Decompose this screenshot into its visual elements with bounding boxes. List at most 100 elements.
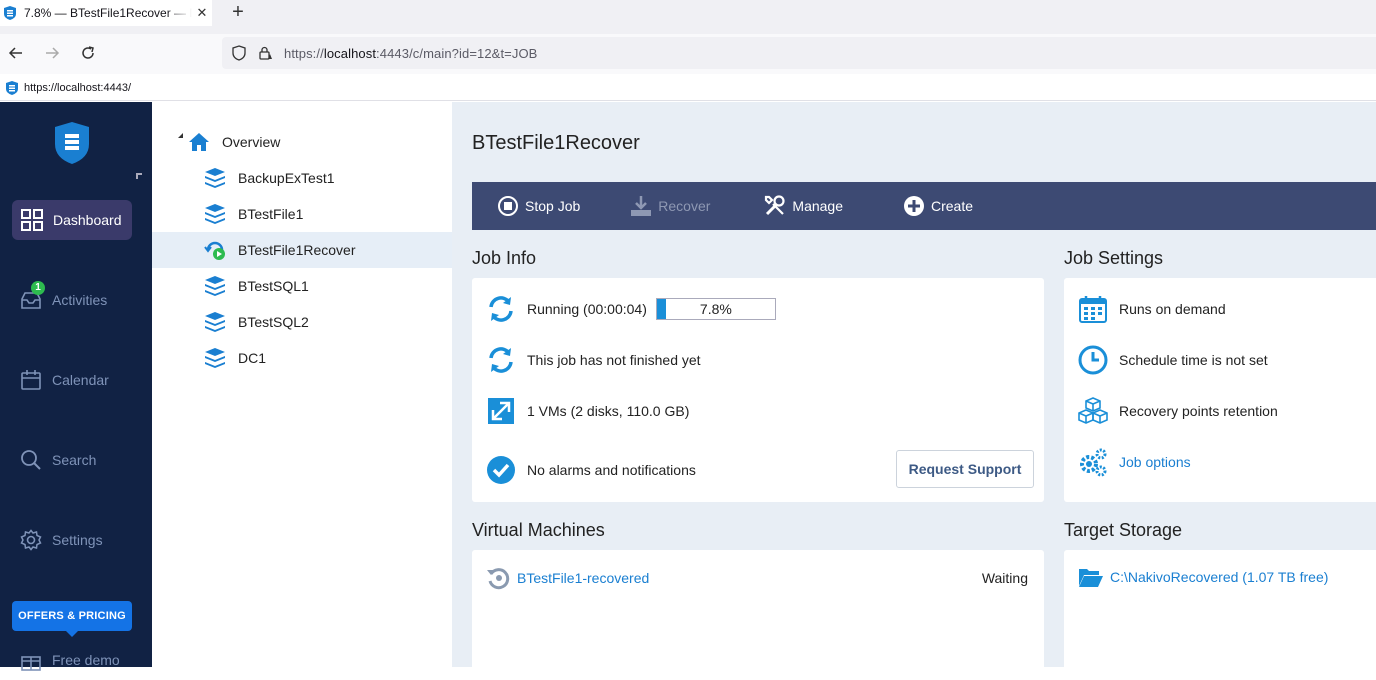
activities-badge: 1	[31, 281, 45, 295]
backup-job-icon	[205, 276, 225, 296]
stop-job-button[interactable]: Stop Job	[497, 182, 580, 230]
app-sidebar: Dashboard 1 Activities Calendar Search S…	[0, 102, 152, 671]
job-toolbar: Stop Job Recover Manage Create	[472, 182, 1376, 230]
dashboard-icon	[21, 209, 43, 231]
tree-item-label: Overview	[222, 134, 281, 150]
tree-item-label: BTestSQL2	[238, 314, 309, 330]
calendar-icon	[1079, 296, 1107, 323]
activities-icon: 1	[20, 281, 45, 311]
main-content: BTestFile1Recover Stop Job Recover Manag…	[452, 102, 1376, 667]
tools-icon	[765, 195, 786, 216]
job-alarms-row: No alarms and notifications	[486, 455, 696, 485]
vm-status: Waiting	[981, 570, 1028, 586]
toolbar-label: Stop Job	[525, 198, 581, 214]
sidebar-item-free-demo[interactable]: Free demo	[12, 640, 132, 680]
stop-icon	[498, 196, 518, 216]
storage-row[interactable]: C:\NakivoRecovered (1.07 TB free)	[1078, 566, 1328, 588]
page-title: BTestFile1Recover	[472, 132, 640, 154]
runs-text: Runs on demand	[1119, 301, 1226, 317]
url-bar[interactable]: https://localhost:4443/c/main?id=12&t=JO…	[222, 37, 1376, 69]
collapse-sidebar-icon[interactable]	[136, 173, 142, 179]
job-info-title: Job Info	[472, 248, 537, 268]
job-tree: Overview BackupExTest1 BTestFile1 BTestF…	[152, 102, 452, 667]
sidebar-item-settings[interactable]: Settings	[12, 520, 132, 560]
home-icon	[189, 133, 209, 151]
schedule-text: Schedule time is not set	[1119, 352, 1268, 368]
recover-button[interactable]: Recover	[630, 182, 710, 230]
vm-name-link[interactable]: BTestFile1-recovered	[517, 570, 649, 586]
tree-item-job[interactable]: BTestSQL1	[152, 268, 452, 304]
request-support-button[interactable]: Request Support	[896, 450, 1034, 488]
running-sync-icon	[489, 296, 513, 322]
virtual-machines-card: BTestFile1-recovered Waiting	[472, 550, 1044, 667]
tree-item-job[interactable]: BTestSQL2	[152, 304, 452, 340]
expand-arrows-icon	[488, 398, 514, 424]
toolbar-label: Manage	[792, 198, 843, 214]
back-button[interactable]	[5, 42, 27, 64]
retention-row: Recovery points retention	[1078, 396, 1278, 426]
nakivo-logo-icon[interactable]	[55, 122, 89, 164]
gift-icon	[21, 656, 41, 671]
job-options-link[interactable]: Job options	[1119, 454, 1191, 470]
tree-item-job[interactable]: BackupExTest1	[152, 160, 452, 196]
reload-icon	[82, 46, 94, 59]
folder-open-icon	[1079, 569, 1103, 587]
gears-icon	[1080, 448, 1107, 477]
backup-job-icon	[205, 312, 225, 332]
runs-on-demand-row: Runs on demand	[1078, 294, 1226, 324]
running-text: Running (00:00:04)	[527, 301, 647, 317]
job-settings-title: Job Settings	[1064, 248, 1164, 268]
job-options-row[interactable]: Job options	[1078, 447, 1191, 477]
recovery-job-running-icon	[204, 241, 225, 260]
create-button[interactable]: Create	[903, 182, 973, 230]
nakivo-shield-icon	[6, 81, 18, 95]
sidebar-item-search[interactable]: Search	[12, 440, 132, 480]
retention-text: Recovery points retention	[1119, 403, 1278, 419]
url-text: https://localhost:4443/c/main?id=12&t=JO…	[284, 45, 538, 61]
forward-button[interactable]	[41, 42, 63, 64]
status-bar: https://localhost:4443/	[0, 76, 1376, 101]
sidebar-item-label: Search	[52, 452, 97, 468]
tree-item-job[interactable]: BTestFile1	[152, 196, 452, 232]
backup-job-icon	[205, 348, 225, 368]
storage-path-link[interactable]: C:\NakivoRecovered (1.07 TB free)	[1110, 569, 1328, 585]
tree-item-job[interactable]: DC1	[152, 340, 452, 376]
vms-text: 1 VMs (2 disks, 110.0 GB)	[527, 403, 690, 419]
job-finish-row: This job has not finished yet	[486, 345, 701, 375]
job-settings-card: Runs on demand Schedule time is not set …	[1064, 278, 1376, 502]
nakivo-shield-icon	[4, 6, 16, 20]
back-arrow-icon	[8, 47, 22, 59]
vm-recovering-icon	[487, 568, 510, 590]
offers-pricing-button[interactable]: OFFERS & PRICING	[12, 601, 132, 631]
forward-arrow-icon	[46, 47, 60, 59]
plus-circle-icon	[904, 196, 924, 216]
browser-tab-bar: 7.8% — BTestFile1Recover — NAKIVO ✕ +	[0, 0, 1376, 34]
sidebar-item-dashboard[interactable]: Dashboard	[12, 200, 132, 240]
manage-button[interactable]: Manage	[764, 182, 843, 230]
schedule-row: Schedule time is not set	[1078, 345, 1268, 375]
job-status-row: Running (00:00:04) 7.8%	[486, 294, 776, 324]
tree-item-label: BackupExTest1	[238, 170, 335, 186]
new-tab-button[interactable]: +	[228, 2, 248, 22]
progress-fill	[656, 299, 667, 319]
browser-tab[interactable]: 7.8% — BTestFile1Recover — NAKIVO ✕	[0, 0, 212, 26]
target-storage-card: C:\NakivoRecovered (1.07 TB free)	[1064, 550, 1376, 667]
sidebar-item-label: Free demo	[52, 652, 120, 668]
virtual-machines-title: Virtual Machines	[472, 520, 605, 540]
close-tab-icon[interactable]: ✕	[192, 5, 212, 21]
settings-icon	[20, 529, 42, 551]
alarms-text: No alarms and notifications	[527, 462, 696, 478]
vm-row[interactable]: BTestFile1-recovered	[486, 566, 649, 590]
sidebar-item-calendar[interactable]: Calendar	[12, 360, 132, 400]
finish-text: This job has not finished yet	[527, 352, 701, 368]
tree-item-job-selected[interactable]: BTestFile1Recover	[152, 232, 452, 268]
tree-item-label: BTestSQL1	[238, 278, 309, 294]
progress-text: 7.8%	[699, 301, 732, 317]
clock-icon	[1078, 345, 1108, 375]
tree-item-overview[interactable]: Overview	[152, 124, 452, 160]
search-icon	[21, 450, 41, 470]
lock-warning-icon[interactable]	[257, 45, 273, 61]
tracking-shield-icon[interactable]	[231, 45, 247, 61]
sidebar-item-activities[interactable]: 1 Activities	[12, 280, 132, 320]
reload-button[interactable]	[77, 42, 99, 64]
